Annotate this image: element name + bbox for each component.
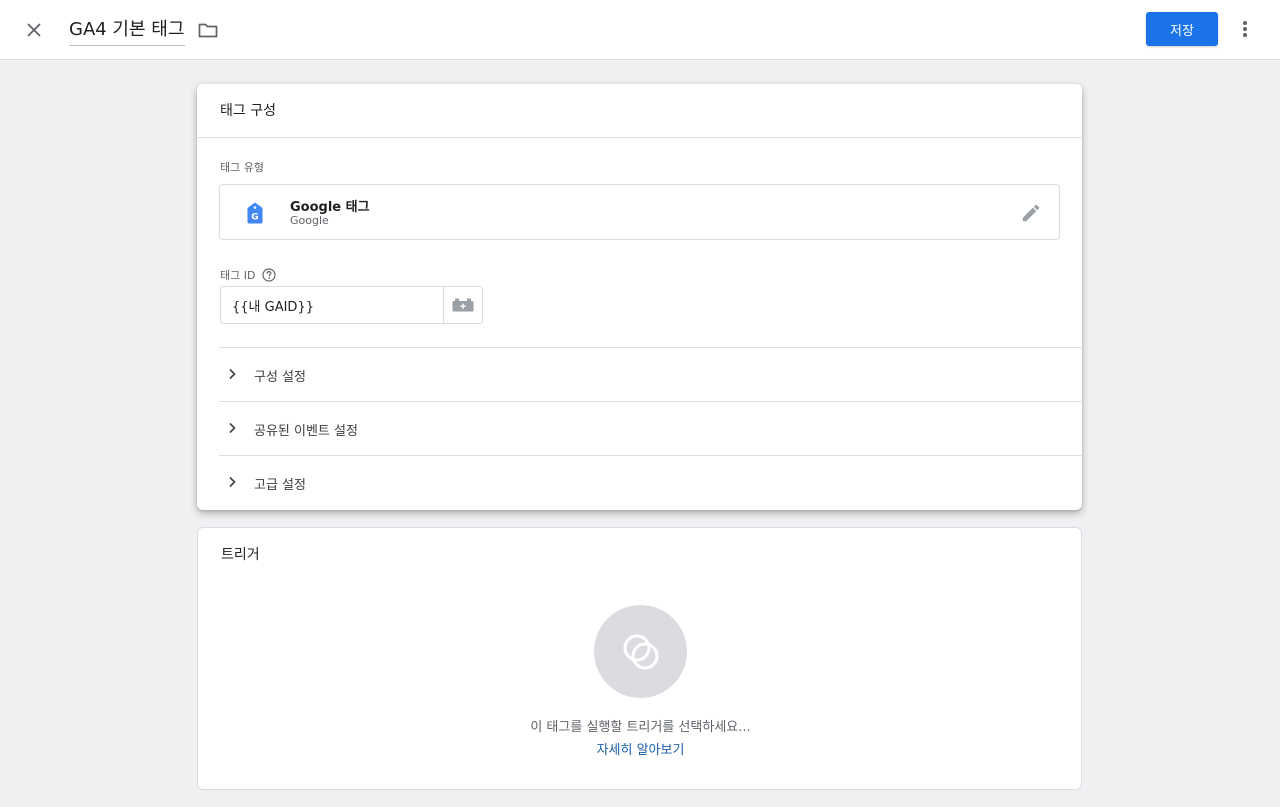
tag-id-label: 태그 ID (220, 269, 256, 282)
shared-event-settings-section[interactable]: 공유된 이벤트 설정 (219, 401, 1082, 455)
chevron-right-icon (229, 422, 236, 434)
tag-config-header: 태그 구성 (197, 84, 1082, 138)
chevron-right-icon (229, 476, 236, 488)
trigger-title: 트리거 (221, 547, 260, 563)
help-icon[interactable] (262, 268, 277, 282)
more-options-button[interactable] (1233, 17, 1257, 41)
tag-id-input[interactable] (221, 287, 444, 323)
tag-type-vendor: Google (290, 214, 329, 227)
edit-icon[interactable] (1020, 202, 1042, 224)
config-settings-label: 구성 설정 (254, 370, 306, 385)
advanced-settings-section[interactable]: 고급 설정 (219, 455, 1082, 509)
trigger-hint: 이 태그를 실행할 트리거를 선택하세요... (530, 720, 751, 735)
advanced-settings-label: 고급 설정 (254, 478, 306, 493)
tag-id-label-row: 태그 ID (220, 267, 277, 283)
google-tag-icon: G (247, 202, 263, 224)
folder-icon (198, 23, 218, 38)
tag-type-label: 태그 유형 (220, 161, 264, 174)
folder-button[interactable] (196, 19, 220, 41)
tag-config-card: 태그 구성 태그 유형 G Google 태그 Google 태그 ID {{내… (197, 84, 1082, 510)
shared-event-settings-label: 공유된 이벤트 설정 (254, 424, 358, 439)
tag-name-field[interactable]: GA4 기본 태그 (69, 16, 186, 46)
tag-id-field (220, 286, 483, 324)
save-button[interactable]: 저장 (1146, 12, 1218, 46)
tag-type-selector[interactable]: G Google 태그 Google (219, 184, 1060, 240)
learn-more-link[interactable]: 자세히 알아보기 (198, 739, 1083, 758)
chevron-right-icon (229, 368, 236, 380)
svg-text:G: G (251, 213, 258, 223)
close-icon (27, 23, 41, 37)
tag-config-title: 태그 구성 (220, 103, 276, 119)
close-button[interactable] (20, 16, 48, 44)
tag-type-name: Google 태그 (290, 200, 370, 215)
config-settings-section[interactable]: 구성 설정 (219, 347, 1082, 401)
trigger-icon (623, 634, 658, 669)
top-bar: GA4 기본 태그 저장 (0, 0, 1280, 60)
add-trigger-button[interactable] (594, 605, 687, 698)
trigger-card: 트리거 이 태그를 실행할 트리거를 선택하세요... 자세히 알아보기 (197, 527, 1082, 790)
variable-picker-button[interactable] (443, 287, 482, 323)
variable-brick-icon (452, 298, 474, 312)
more-vert-icon (1243, 21, 1247, 37)
